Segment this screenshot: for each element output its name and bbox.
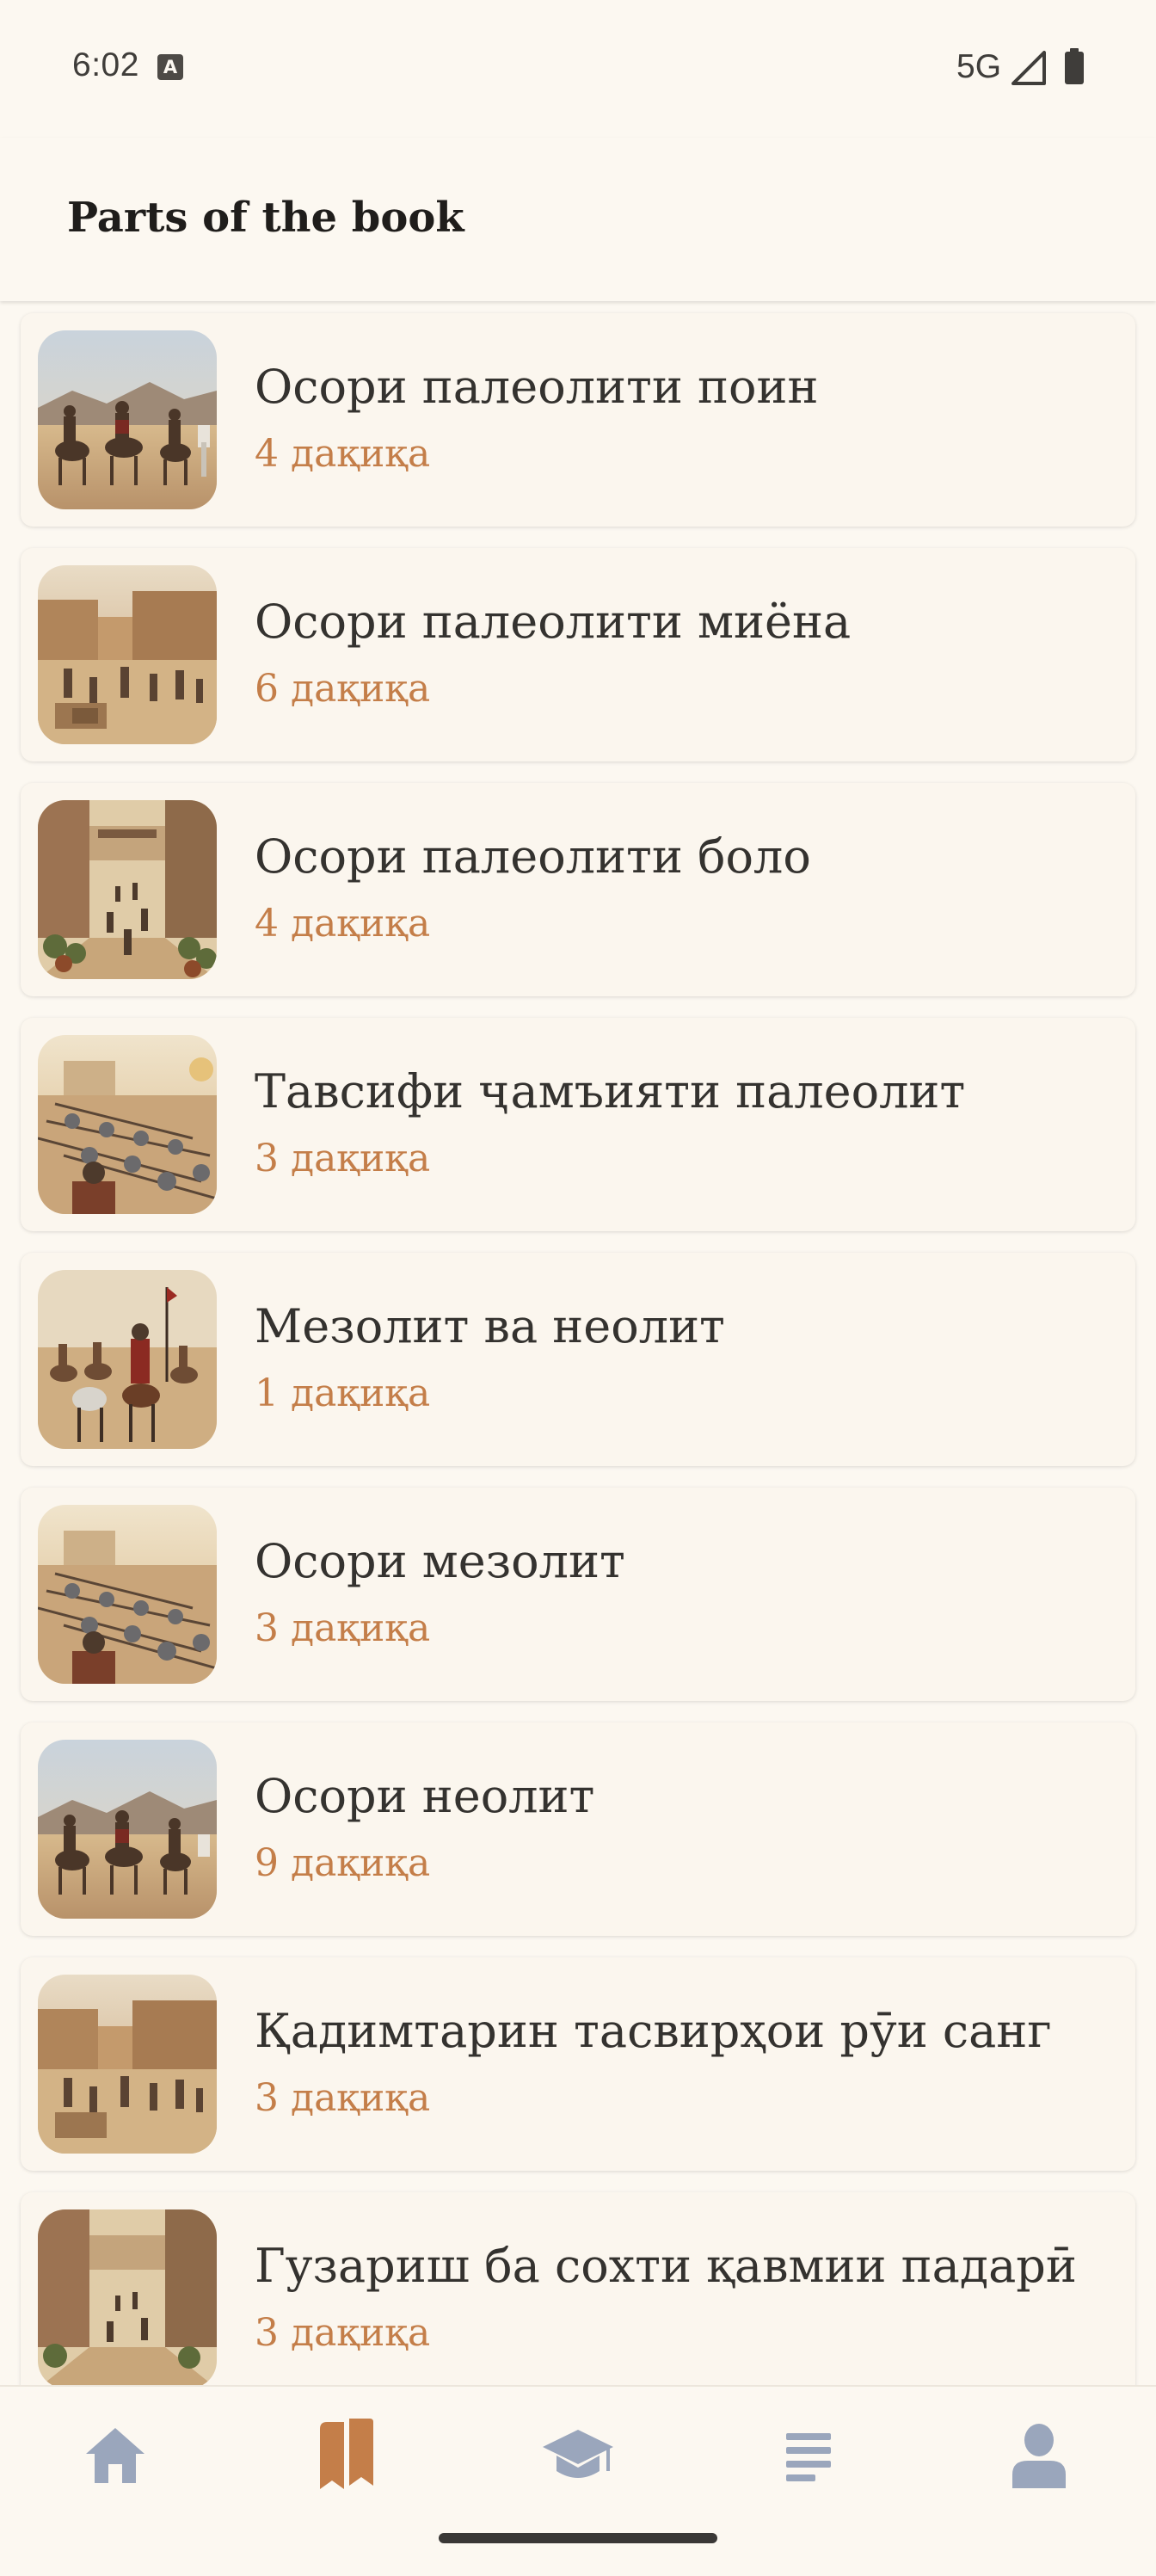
chapter-duration: 3 дақиқа (255, 1137, 431, 1180)
a-icon: A (157, 54, 183, 80)
home-indicator[interactable] (439, 2533, 717, 2543)
chapter-title: Осори палеолити миёна (255, 595, 852, 649)
chapter-duration: 1 дақиқа (255, 1371, 431, 1415)
chapter-thumbnail (38, 1975, 217, 2154)
chapter-thumbnail (38, 1270, 217, 1449)
chapter-title: Қадимтарин тасвирҳои рӯи санг (255, 2004, 1052, 2058)
chapter-item[interactable]: Тавсифи ҷамъияти палеолит 3 дақиқа (21, 1018, 1135, 1231)
status-time: 6:02 (72, 46, 139, 83)
signal-icon (1012, 51, 1046, 85)
chapter-title: Осори палеолити боло (255, 829, 811, 884)
nav-learn[interactable] (526, 2404, 630, 2507)
chapter-item[interactable]: Мезолит ва неолит 1 дақиқа (21, 1253, 1135, 1466)
chapter-duration: 6 дақиқа (255, 667, 431, 711)
network-type: 5G (956, 48, 1002, 85)
bottom-navigation (0, 2385, 1156, 2576)
chapter-item[interactable]: Осори палеолити поин 4 дақиқа (21, 313, 1135, 527)
chapter-duration: 4 дақиқа (255, 902, 431, 946)
chapter-title: Гузариш ба сохти қавмии падарӣ (255, 2239, 1077, 2293)
chapter-thumbnail (38, 330, 217, 509)
nav-list[interactable] (757, 2404, 860, 2507)
chapter-thumbnail (38, 2209, 217, 2385)
graduation-cap-icon (543, 2430, 613, 2478)
chapter-duration: 3 дақиқа (255, 2076, 431, 2120)
nav-bookmarks[interactable] (294, 2404, 397, 2507)
status-bar: 6:02 A 5G (0, 0, 1156, 138)
chapter-item[interactable]: Қадимтарин тасвирҳои рӯи санг 3 дақиқа (21, 1957, 1135, 2171)
page-title: Parts of the book (67, 194, 464, 242)
chapter-title: Тавсифи ҷамъияти палеолит (255, 1064, 966, 1119)
chapter-thumbnail (38, 1505, 217, 1684)
list-icon (786, 2433, 831, 2481)
chapter-item[interactable]: Осори неолит 9 дақиқа (21, 1722, 1135, 1936)
chapter-duration: 4 дақиқа (255, 432, 431, 476)
chapter-thumbnail (38, 800, 217, 979)
chapter-duration: 3 дақиқа (255, 2311, 431, 2355)
chapter-title: Осори неолит (255, 1769, 595, 1823)
chapter-list[interactable]: Осори палеолити поин 4 дақиқа Осори пале… (0, 301, 1156, 2385)
chapter-item[interactable]: Осори палеолити боло 4 дақиқа (21, 783, 1135, 996)
bookmarks-icon (320, 2419, 373, 2489)
app-header: Parts of the book (0, 138, 1156, 301)
profile-icon (1012, 2424, 1066, 2488)
chapter-item[interactable]: Осори палеолити миёна 6 дақиқа (21, 548, 1135, 761)
chapter-duration: 9 дақиқа (255, 1841, 431, 1885)
chapter-thumbnail (38, 1740, 217, 1919)
chapter-title: Осори мезолит (255, 1534, 625, 1588)
chapter-title: Осори палеолити поин (255, 360, 819, 414)
chapter-item[interactable]: Осори мезолит 3 дақиқа (21, 1488, 1135, 1701)
battery-icon (1065, 48, 1084, 84)
nav-profile[interactable] (987, 2404, 1091, 2507)
chapter-item[interactable]: Гузариш ба сохти қавмии падарӣ 3 дақиқа (21, 2192, 1135, 2385)
chapter-thumbnail (38, 1035, 217, 1214)
chapter-title: Мезолит ва неолит (255, 1299, 725, 1353)
home-icon (86, 2428, 144, 2483)
nav-home[interactable] (64, 2404, 167, 2507)
chapter-duration: 3 дақиқа (255, 1606, 431, 1650)
chapter-thumbnail (38, 565, 217, 744)
